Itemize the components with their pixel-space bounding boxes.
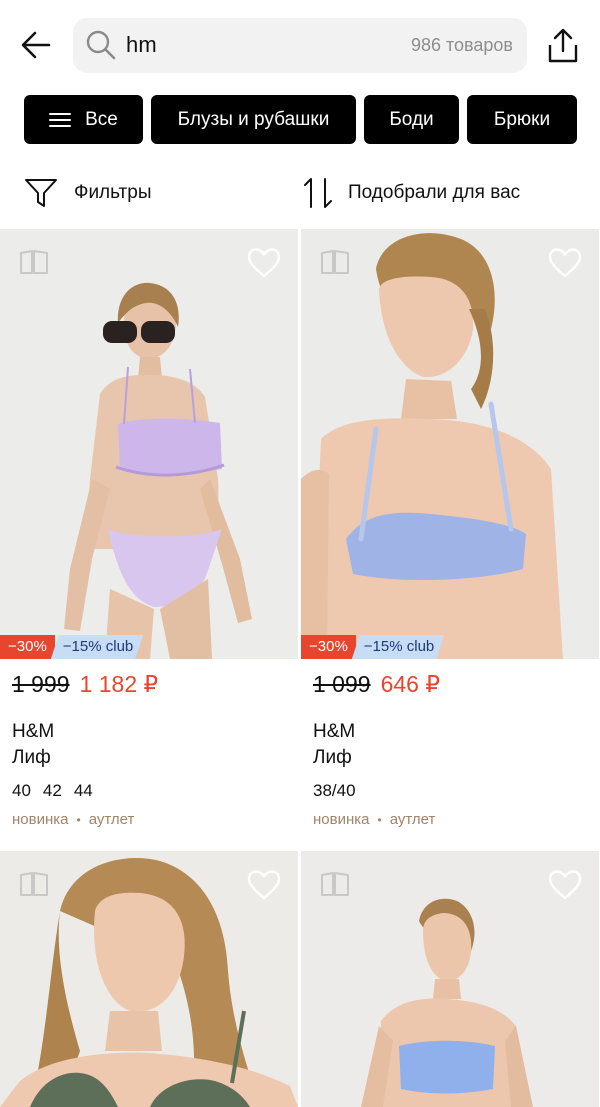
product-card[interactable]: −30% −15% club 1 999 1 182 ₽ H&M Лиф 40 … — [0, 229, 298, 828]
filters-label: Фильтры — [74, 182, 152, 203]
product-card[interactable] — [301, 851, 599, 1107]
search-field[interactable]: hm 986 товаров — [73, 18, 527, 73]
product-info: 1 999 1 182 ₽ H&M Лиф 40 42 44 новинка •… — [0, 659, 298, 828]
compare-icon[interactable] — [320, 871, 350, 897]
sort-label: Подобрали для вас — [348, 182, 521, 203]
product-info: 1 099 646 ₽ H&M Лиф 38/40 новинка • аутл… — [301, 659, 599, 828]
filters-button[interactable]: Фильтры — [24, 176, 151, 210]
tag-outlet: аутлет — [389, 811, 436, 828]
product-card[interactable]: −30% −15% club 1 099 646 ₽ H&M Лиф 38/40… — [301, 229, 599, 828]
old-price: 1 999 — [12, 671, 70, 697]
search-icon — [86, 30, 116, 60]
list-controls: Фильтры Подобрали для вас — [0, 170, 600, 216]
product-photo — [301, 851, 599, 1107]
size-list: 40 42 44 — [12, 779, 286, 803]
size-list: 38/40 — [313, 779, 587, 803]
tag-new: новинка — [313, 811, 370, 828]
product-photo: −30% −15% club — [301, 229, 599, 659]
sale-badge: −30% — [0, 635, 55, 659]
chip-all[interactable]: Все — [24, 95, 143, 144]
product-photo: −30% −15% club — [0, 229, 298, 659]
chip-bodies[interactable]: Боди — [364, 95, 459, 144]
sort-button[interactable]: Подобрали для вас — [302, 174, 520, 212]
size-option: 44 — [73, 781, 93, 800]
chip-pants[interactable]: Брюки — [467, 95, 577, 144]
price-row: 1 999 1 182 ₽ — [12, 671, 286, 707]
tag-new: новинка — [12, 811, 69, 828]
new-price: 1 182 ₽ — [79, 671, 159, 697]
chip-label: Брюки — [493, 108, 551, 130]
product-brand: H&M — [12, 721, 55, 742]
chip-blouses[interactable]: Блузы и рубашки — [151, 95, 356, 144]
back-button[interactable] — [18, 27, 54, 63]
compare-icon[interactable] — [19, 249, 49, 275]
model-photo — [301, 229, 599, 659]
arrow-left-icon — [21, 31, 51, 59]
search-query[interactable]: hm — [126, 32, 157, 58]
share-icon — [548, 28, 578, 63]
chip-label: Блузы и рубашки — [177, 108, 330, 130]
old-price: 1 099 — [313, 671, 371, 697]
category-chips: Все Блузы и рубашки Боди Брюки — [24, 95, 577, 144]
top-bar: hm 986 товаров — [0, 0, 600, 92]
product-card[interactable] — [0, 851, 298, 1107]
share-button[interactable] — [544, 27, 582, 65]
result-count: 986 товаров — [410, 35, 513, 55]
product-name: Лиф — [12, 747, 51, 768]
chip-label: Все — [85, 108, 118, 130]
heart-icon[interactable] — [548, 869, 582, 901]
sort-icon — [304, 178, 332, 208]
compare-icon[interactable] — [19, 871, 49, 897]
tag-outlet: аутлет — [88, 811, 135, 828]
filter-icon — [25, 179, 57, 207]
product-name: Лиф — [313, 747, 352, 768]
heart-icon[interactable] — [247, 247, 281, 279]
new-price: 646 ₽ — [380, 671, 440, 697]
model-photo — [0, 229, 298, 659]
size-option: 38/40 — [313, 781, 356, 800]
price-row: 1 099 646 ₽ — [313, 671, 587, 707]
sale-badge: −30% — [301, 635, 356, 659]
product-photo — [0, 851, 298, 1107]
chip-label: Боди — [389, 108, 434, 130]
size-option: 42 — [42, 781, 62, 800]
product-brand: H&M — [313, 721, 356, 742]
tag-separator: • — [377, 812, 382, 827]
menu-icon — [49, 112, 72, 127]
heart-icon[interactable] — [548, 247, 582, 279]
discount-badges: −30% −15% club — [301, 635, 444, 659]
club-badge: −15% club — [352, 635, 444, 659]
size-option: 40 — [12, 781, 31, 800]
heart-icon[interactable] — [247, 869, 281, 901]
club-badge: −15% club — [51, 635, 143, 659]
compare-icon[interactable] — [320, 249, 350, 275]
discount-badges: −30% −15% club — [0, 635, 143, 659]
product-tags: новинка • аутлет — [12, 811, 286, 828]
tag-separator: • — [76, 812, 81, 827]
product-tags: новинка • аутлет — [313, 811, 587, 828]
